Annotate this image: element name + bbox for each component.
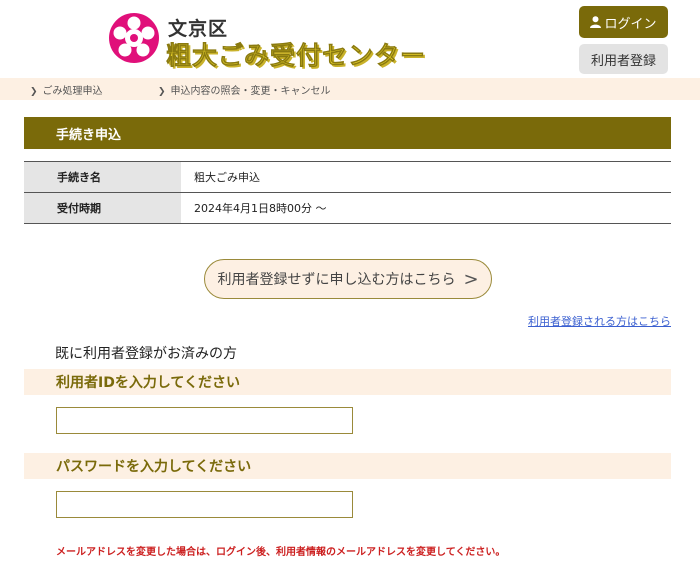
chevron-right-icon: > bbox=[463, 268, 479, 290]
guest-button-label: 利用者登録せずに申し込む方はこちら bbox=[217, 272, 456, 288]
bunkyo-ward-emblem-icon bbox=[109, 13, 159, 63]
nav-item-label: ごみ処理申込 bbox=[42, 86, 103, 97]
site-header: 文京区 粗大ごみ受付センター ログイン 利用者登録 bbox=[0, 0, 700, 78]
section-heading: 手続き申込 bbox=[24, 117, 671, 149]
registered-users-heading: 既に利用者登録がお済みの方 bbox=[55, 346, 237, 362]
password-label: パスワードを入力してください bbox=[24, 453, 671, 479]
register-button[interactable]: 利用者登録 bbox=[579, 44, 668, 74]
chevron-right-icon: ❯ bbox=[158, 87, 166, 97]
row-value: 2024年4月1日8時00分 〜 bbox=[194, 202, 327, 215]
row-label: 受付時期 bbox=[24, 193, 181, 223]
register-link[interactable]: 利用者登録される方はこちら bbox=[528, 313, 671, 329]
login-button[interactable]: ログイン bbox=[579, 6, 668, 38]
chevron-right-icon: ❯ bbox=[30, 87, 38, 97]
nav-bar: ❯ ごみ処理申込 ❯ 申込内容の照会・変更・キャンセル bbox=[0, 78, 700, 100]
login-button-label: ログイン bbox=[604, 16, 657, 32]
user-id-label: 利用者IDを入力してください bbox=[24, 369, 671, 395]
nav-item-garbage-application[interactable]: ❯ ごみ処理申込 bbox=[30, 82, 103, 97]
row-value: 粗大ごみ申込 bbox=[194, 171, 260, 184]
apply-without-registration-button[interactable]: 利用者登録せずに申し込む方はこちら > bbox=[204, 259, 492, 299]
nav-item-inquiry-change-cancel[interactable]: ❯ 申込内容の照会・変更・キャンセル bbox=[158, 82, 331, 97]
table-row: 手続き名 粗大ごみ申込 bbox=[24, 162, 671, 193]
user-id-input[interactable] bbox=[56, 407, 353, 434]
password-input[interactable] bbox=[56, 491, 353, 518]
email-change-notice: メールアドレスを変更した場合は、ログイン後、利用者情報のメールアドレスを変更して… bbox=[56, 547, 506, 558]
procedure-info-table: 手続き名 粗大ごみ申込 受付時期 2024年4月1日8時00分 〜 bbox=[24, 161, 671, 224]
row-label: 手続き名 bbox=[24, 162, 181, 192]
nav-item-label: 申込内容の照会・変更・キャンセル bbox=[170, 86, 331, 97]
table-row: 受付時期 2024年4月1日8時00分 〜 bbox=[24, 193, 671, 224]
user-icon bbox=[590, 16, 602, 28]
register-button-label: 利用者登録 bbox=[590, 53, 656, 69]
site-title: 粗大ごみ受付センター bbox=[166, 41, 427, 71]
